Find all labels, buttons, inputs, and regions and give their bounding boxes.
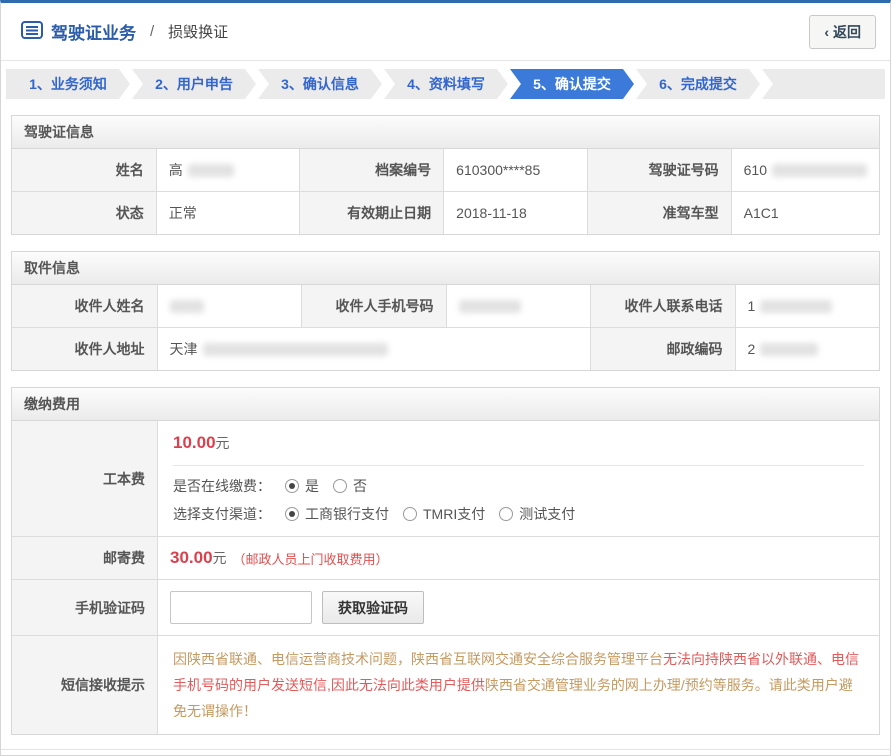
channel-test-option[interactable]: 测试支付: [499, 504, 575, 524]
sms-tip-seg1: 因陕西省联通、电信运营商技术问题，陕西省互联网交通安全综合服务管理平台: [173, 651, 663, 667]
step-2-user-declaration[interactable]: 2、用户申告: [132, 69, 256, 99]
back-button[interactable]: ‹返回: [809, 15, 876, 49]
payment-channel-row: 选择支付渠道： 工商银行支付 TMRI支付 测试支付: [173, 504, 864, 524]
recipient-address-label: 收件人地址: [12, 327, 157, 370]
step-4-fill-material[interactable]: 4、资料填写: [384, 69, 508, 99]
postage-fee-note: （邮政人员上门收取费用）: [233, 549, 389, 568]
redacted-text: [760, 300, 832, 313]
radio-checked-icon[interactable]: [285, 507, 299, 521]
recipient-phone-value: 1: [735, 285, 880, 327]
recipient-address-value: 天津: [157, 327, 591, 370]
recipient-phone-label: 收件人联系电话: [590, 285, 735, 327]
postage-fee-unit: 元: [213, 548, 227, 568]
production-fee-unit: 元: [216, 435, 230, 451]
license-info-table: 姓名 高 档案编号 610300****85 驾驶证号码 610 状态 正常 有…: [12, 149, 879, 234]
zip-code-value: 2: [735, 327, 880, 370]
status-label: 状态: [12, 191, 156, 234]
footer-actions: 上一步 完成: [1, 749, 890, 756]
postage-fee-value: 30.00元 （邮政人员上门收取费用）: [157, 536, 879, 579]
production-fee-cell: 10.00元 是否在线缴费： 是 否 选择支付渠道： 工商银行支付 TMRI支付…: [157, 421, 879, 536]
recipient-mobile-value: [446, 285, 591, 327]
pickup-info-section: 取件信息 收件人姓名 收件人手机号码 收件人联系电话 1 收件人地址 天津 邮政…: [11, 251, 880, 371]
redacted-text: [459, 300, 521, 313]
vehicle-type-label: 准驾车型: [587, 191, 731, 234]
chevron-left-icon: ‹: [824, 24, 829, 40]
vehicle-type-value: A1C1: [731, 191, 879, 234]
channel-icbc-option[interactable]: 工商银行支付: [285, 504, 389, 524]
license-no-value: 610: [731, 149, 879, 191]
page-title: 驾驶证业务: [51, 19, 136, 44]
step-wizard: 1、业务须知 2、用户申告 3、确认信息 4、资料填写 5、确认提交 6、完成提…: [6, 69, 885, 99]
divider: [173, 465, 864, 466]
fees-title: 缴纳费用: [12, 388, 879, 421]
recipient-name-value: [157, 285, 302, 327]
expiry-label: 有效期止日期: [299, 191, 443, 234]
radio-unchecked-icon[interactable]: [499, 507, 513, 521]
online-payment-no-option[interactable]: 否: [333, 476, 367, 496]
payment-channel-label: 选择支付渠道：: [173, 504, 271, 524]
sms-tip-label: 短信接收提示: [12, 635, 157, 734]
redacted-text: [203, 343, 388, 356]
license-info-title: 驾驶证信息: [12, 116, 879, 149]
license-no-label: 驾驶证号码: [587, 149, 731, 191]
license-info-section: 驾驶证信息 姓名 高 档案编号 610300****85 驾驶证号码 610 状…: [11, 115, 880, 235]
expiry-value: 2018-11-18: [443, 191, 587, 234]
form-list-icon: [21, 21, 43, 42]
channel-tmri-option[interactable]: TMRI支付: [403, 504, 485, 524]
sms-code-cell: 获取验证码: [157, 579, 879, 635]
recipient-name-label: 收件人姓名: [12, 285, 157, 327]
name-label: 姓名: [12, 149, 156, 191]
postage-fee-label: 邮寄费: [12, 536, 157, 579]
production-fee-amount-line: 10.00元: [173, 433, 864, 453]
radio-unchecked-icon[interactable]: [333, 479, 347, 493]
page-header: 驾驶证业务 / 损毁换证 ‹返回: [1, 3, 890, 61]
radio-unchecked-icon[interactable]: [403, 507, 417, 521]
status-value: 正常: [156, 191, 300, 234]
back-button-label: 返回: [833, 24, 861, 40]
file-no-label: 档案编号: [299, 149, 443, 191]
step-bar-filler: [762, 69, 885, 99]
zip-code-label: 邮政编码: [590, 327, 735, 370]
step-6-finish-submit[interactable]: 6、完成提交: [636, 69, 760, 99]
step-3-confirm-info[interactable]: 3、确认信息: [258, 69, 382, 99]
postage-fee-amount: 30.00: [170, 548, 213, 568]
name-value: 高: [156, 149, 300, 191]
pickup-info-table: 收件人姓名 收件人手机号码 收件人联系电话 1 收件人地址 天津 邮政编码 2: [12, 285, 879, 370]
step-5-confirm-submit[interactable]: 5、确认提交: [510, 69, 634, 99]
page-panel: 驾驶证业务 / 损毁换证 ‹返回 1、业务须知 2、用户申告 3、确认信息 4、…: [0, 0, 891, 756]
step-1-business-notice[interactable]: 1、业务须知: [6, 69, 130, 99]
online-payment-yes-option[interactable]: 是: [285, 476, 319, 496]
production-fee-label: 工本费: [12, 421, 157, 536]
redacted-text: [760, 343, 818, 356]
fees-section: 缴纳费用 工本费 10.00元 是否在线缴费： 是 否 选择支付渠道：: [11, 387, 880, 735]
production-fee-amount: 10.00: [173, 433, 216, 452]
online-payment-row: 是否在线缴费： 是 否: [173, 476, 864, 496]
recipient-mobile-label: 收件人手机号码: [301, 285, 446, 327]
fees-table: 工本费 10.00元 是否在线缴费： 是 否 选择支付渠道： 工商银行支付: [12, 421, 879, 734]
file-no-value: 610300****85: [443, 149, 587, 191]
redacted-text: [170, 300, 204, 313]
redacted-text: [772, 164, 867, 177]
get-sms-code-button[interactable]: 获取验证码: [322, 591, 424, 624]
redacted-text: [188, 164, 234, 177]
sms-code-input[interactable]: [170, 591, 312, 624]
sms-tip-text: 因陕西省联通、电信运营商技术问题，陕西省互联网交通安全综合服务管理平台无法向持陕…: [157, 635, 879, 734]
online-payment-label: 是否在线缴费：: [173, 476, 271, 496]
page-subtitle: 损毁换证: [168, 21, 228, 42]
pickup-info-title: 取件信息: [12, 252, 879, 285]
breadcrumb-separator: /: [150, 23, 154, 40]
radio-checked-icon[interactable]: [285, 479, 299, 493]
sms-code-label: 手机验证码: [12, 579, 157, 635]
breadcrumb: 驾驶证业务 / 损毁换证: [21, 19, 228, 44]
